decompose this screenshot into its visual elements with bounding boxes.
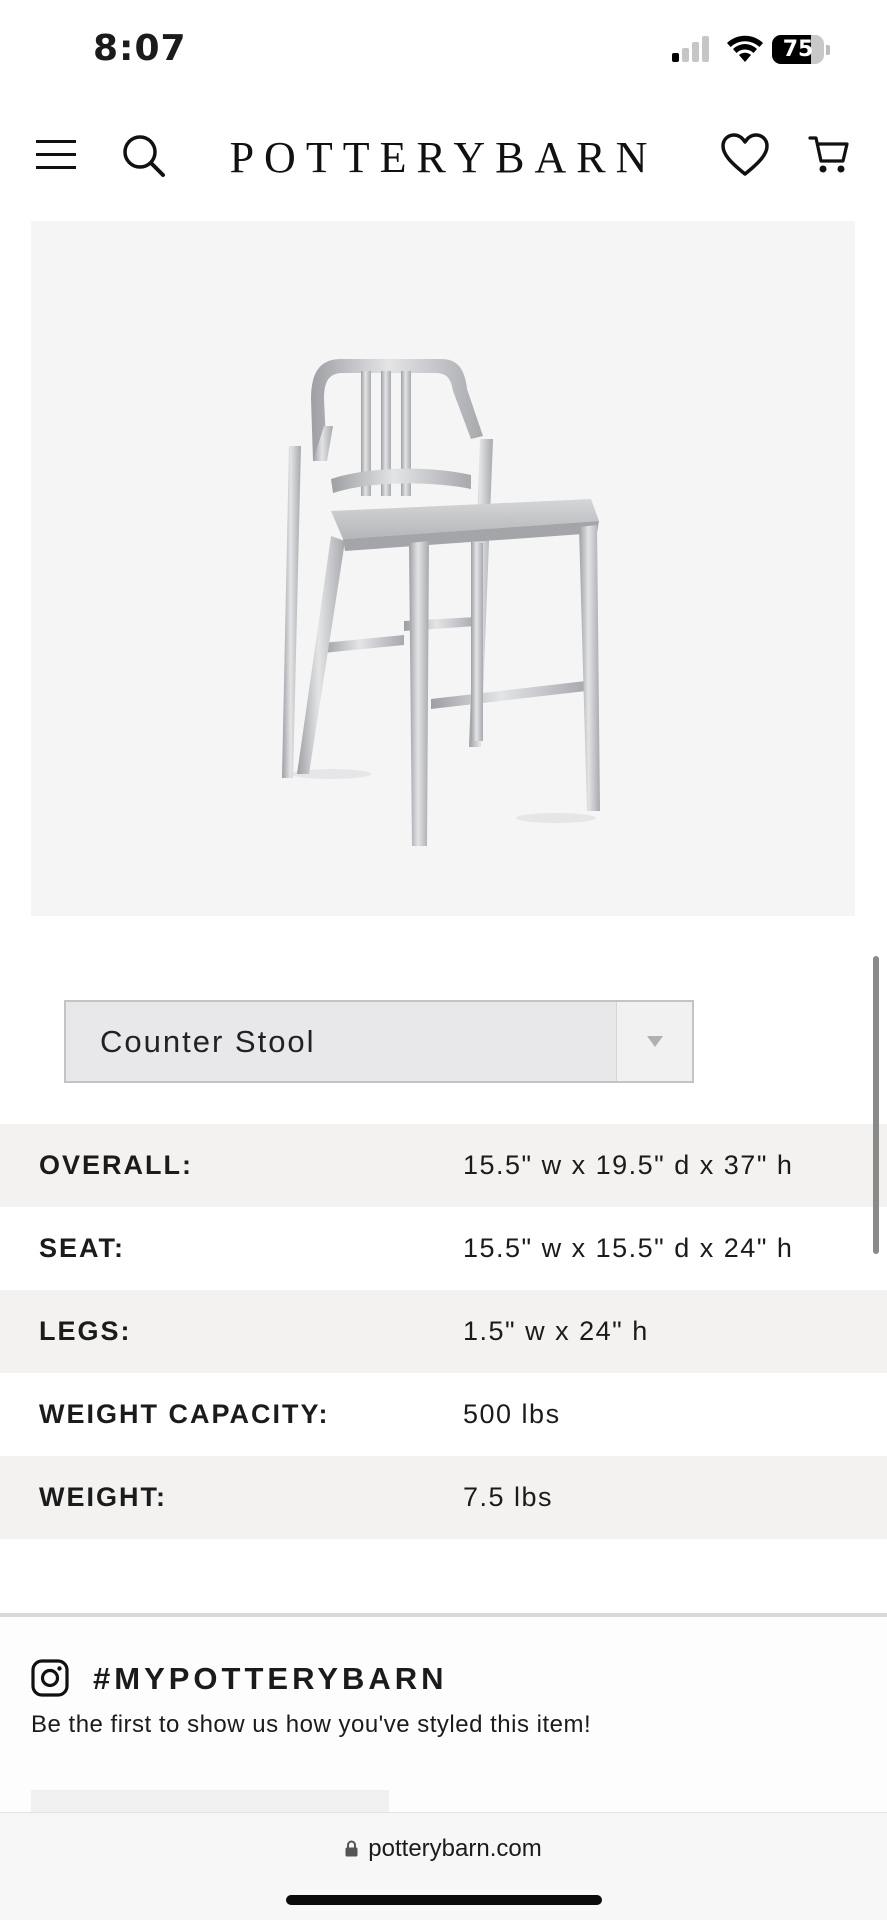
dimension-row-seat: SEAT: 15.5" w x 15.5" d x 24" h <box>0 1207 887 1290</box>
stool-illustration <box>282 359 600 846</box>
social-title[interactable]: #MYPOTTERYBARN <box>93 1661 448 1697</box>
status-time: 8:07 <box>93 28 187 69</box>
dimension-row-weight-capacity: WEIGHT CAPACITY: 500 lbs <box>0 1373 887 1456</box>
product-image[interactable] <box>31 221 855 916</box>
dimension-label: WEIGHT CAPACITY: <box>39 1399 330 1429</box>
cellular-signal-icon <box>672 36 712 62</box>
cart-icon[interactable] <box>808 134 850 176</box>
brand-logo[interactable]: POTTERYBARN <box>200 132 687 183</box>
status-bar: 8:07 75 <box>0 0 887 100</box>
dimension-row-legs: LEGS: 1.5" w x 24" h <box>0 1290 887 1373</box>
social-subtitle: Be the first to show us how you've style… <box>31 1711 592 1738</box>
dimension-label: WEIGHT: <box>39 1482 167 1512</box>
ugc-placeholder <box>31 1790 389 1812</box>
social-section: #MYPOTTERYBARN Be the first to show us h… <box>0 1617 887 1812</box>
instagram-icon[interactable] <box>31 1659 69 1697</box>
home-indicator[interactable] <box>286 1895 602 1905</box>
search-icon[interactable] <box>122 134 166 178</box>
url-display[interactable]: potterybarn.com <box>0 1835 887 1863</box>
dimension-value: 1.5" w x 24" h <box>463 1316 649 1346</box>
lock-icon <box>345 1840 358 1857</box>
menu-icon[interactable] <box>36 138 76 172</box>
dimension-value: 15.5" w x 19.5" d x 37" h <box>463 1150 794 1180</box>
size-select[interactable]: Counter Stool <box>64 1000 694 1083</box>
browser-address-bar[interactable]: potterybarn.com <box>0 1812 887 1920</box>
dimension-row-overall: OVERALL: 15.5" w x 19.5" d x 37" h <box>0 1124 887 1207</box>
dimension-value: 15.5" w x 15.5" d x 24" h <box>463 1233 794 1263</box>
battery-icon: 75 <box>772 35 830 64</box>
url-text: potterybarn.com <box>368 1835 542 1862</box>
chevron-down-icon[interactable] <box>616 1002 692 1081</box>
battery-level: 75 <box>782 37 814 62</box>
dimension-row-weight: WEIGHT: 7.5 lbs <box>0 1456 887 1539</box>
dimension-value: 500 lbs <box>463 1399 561 1429</box>
page-scrollbar[interactable] <box>873 956 879 1254</box>
dimension-label: OVERALL: <box>39 1150 193 1180</box>
size-select-value: Counter Stool <box>100 1024 316 1059</box>
wifi-icon <box>727 35 763 62</box>
dimensions-table: OVERALL: 15.5" w x 19.5" d x 37" h SEAT:… <box>0 1124 887 1539</box>
dimension-value: 7.5 lbs <box>463 1482 554 1512</box>
site-header: POTTERYBARN <box>0 110 887 202</box>
dimension-label: LEGS: <box>39 1316 132 1346</box>
heart-icon[interactable] <box>720 132 770 178</box>
dimension-label: SEAT: <box>39 1233 126 1263</box>
